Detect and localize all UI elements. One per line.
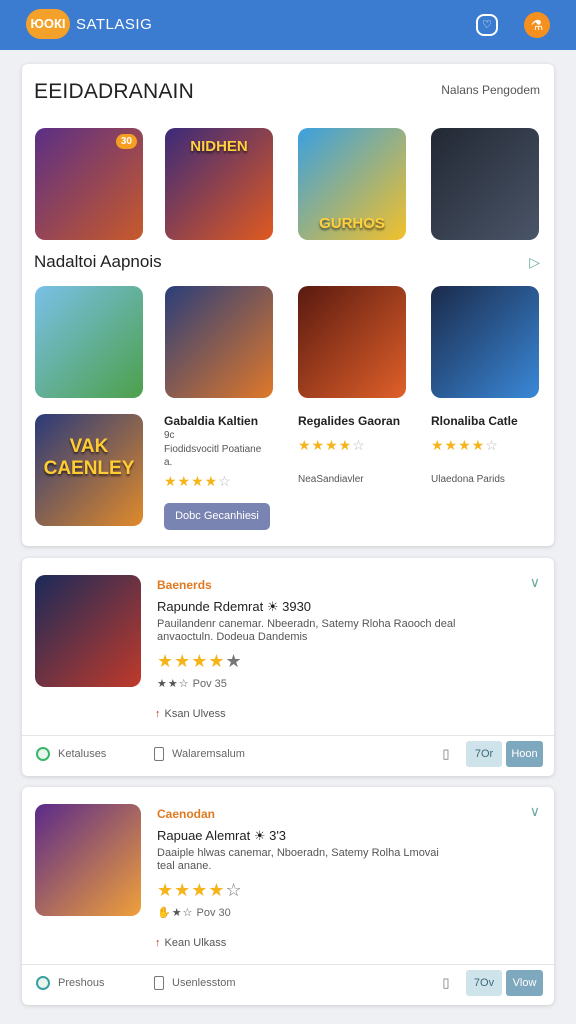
rating-stars: ★★★★☆ — [157, 880, 243, 900]
image-icon[interactable]: ▯ — [436, 741, 456, 767]
secondary-button[interactable]: 7Ov — [466, 970, 502, 996]
tile-label: GURHOS — [319, 215, 385, 232]
bookmark-icon — [154, 976, 164, 990]
game-description: Daaiple hlwas canemar, Nboeradn, Satemy … — [157, 847, 439, 872]
primary-button[interactable]: Hoon — [506, 741, 543, 767]
top-bar: ЮОКІ SATLASIG ♡ ⚗ — [0, 0, 576, 50]
bookmark-item[interactable]: Usenlesstom — [154, 976, 236, 990]
comments-item[interactable]: Preshous — [36, 976, 104, 990]
game-name[interactable]: Regalides Gaoran — [298, 414, 400, 428]
small-stars-icon: ✋★☆ — [157, 907, 194, 919]
small-rating-text: Pov 30 — [196, 907, 231, 919]
tile-label: VAK CAENLEY — [43, 436, 135, 479]
game-list-card: Caenodan Rapuae Alemrat ☀ 3'3 Daaiple hl… — [22, 787, 554, 1005]
game-category: Baenerds — [157, 578, 212, 592]
game-tile[interactable] — [35, 286, 143, 398]
game-title[interactable]: Rapuae Alemrat ☀ 3'3 — [157, 828, 286, 844]
play-arrow-icon[interactable]: ▷ — [529, 254, 540, 271]
small-rating: ✋★☆ Pov 30 — [157, 906, 231, 919]
game-thumbnail[interactable] — [35, 575, 141, 687]
featured-games-card: EEIDADRANAIN Nalans Pengodem 30 NIDHEN G… — [22, 64, 554, 546]
rating-stars: ★★★★☆ — [164, 473, 232, 489]
rating-stars: ★★★★★ — [157, 651, 243, 671]
game-tile[interactable] — [298, 286, 406, 398]
game-desc: Ulaedona Parids — [431, 474, 505, 485]
section-title: EEIDADRANAIN — [34, 80, 194, 103]
chat-icon — [36, 747, 50, 761]
game-desc: Fiodidsvocitl Poatiane — [164, 444, 262, 455]
bookmark-label: Walaremsalum — [172, 747, 245, 760]
action-button[interactable]: Dobc Gecanhiesi — [164, 503, 270, 530]
secondary-button[interactable]: 7Or — [466, 741, 502, 767]
game-tile[interactable] — [165, 286, 273, 398]
bell-icon[interactable]: ♡ — [476, 14, 498, 36]
tile-label: NIDHEN — [190, 138, 248, 155]
small-rating: ★★☆ Pov 35 — [157, 677, 227, 690]
game-list-card: Baenerds Rapunde Rdemrat ☀ 3930 Pauiland… — [22, 558, 554, 776]
sub-section-title: Nadaltoi Aapnois — [34, 252, 162, 271]
chevron-down-icon[interactable]: ∨ — [530, 803, 540, 820]
game-tile[interactable] — [431, 128, 539, 240]
game-name[interactable]: Rlonaliba Catle — [431, 414, 518, 428]
game-tile[interactable]: VAK CAENLEY — [35, 414, 143, 526]
bookmark-icon — [154, 747, 164, 761]
game-description: Pauilandenr canemar. Nbeeradn, Satemy Rl… — [157, 618, 456, 643]
rating-stars: ★★★★☆ — [298, 437, 366, 453]
small-stars-icon: ★★☆ — [157, 678, 190, 690]
game-name[interactable]: Gabaldia Kaltien — [164, 414, 258, 428]
status-text: Kean Ulkass — [164, 937, 227, 949]
divider — [22, 735, 554, 736]
comments-item[interactable]: Ketaluses — [36, 747, 106, 761]
user-icon[interactable]: ⚗ — [524, 12, 550, 38]
tile-badge: 30 — [115, 134, 137, 149]
game-tile[interactable]: NIDHEN — [165, 128, 273, 240]
primary-button[interactable]: Vlow — [506, 970, 543, 996]
divider — [22, 964, 554, 965]
small-rating-text: Pov 35 — [192, 678, 227, 690]
game-category: Caenodan — [157, 807, 216, 821]
comments-label: Preshous — [58, 976, 105, 989]
rating-stars: ★★★★☆ — [431, 437, 499, 453]
pin-icon: ↑ — [155, 708, 161, 720]
game-status: ↑ Kean Ulkass — [155, 937, 226, 949]
bookmark-item[interactable]: Walaremsalum — [154, 747, 245, 761]
see-all-link[interactable]: Nalans Pengodem — [441, 83, 540, 97]
game-tile[interactable]: 30 — [35, 128, 143, 240]
pin-icon: ↑ — [155, 937, 161, 949]
game-status: ↑ Ksan Ulvess — [155, 708, 226, 720]
game-desc-extra: a. — [164, 457, 173, 468]
game-desc: NeaSandiavler — [298, 474, 364, 485]
chat-icon — [36, 976, 50, 990]
game-tile[interactable] — [431, 286, 539, 398]
game-sub: 9c — [164, 430, 175, 441]
game-thumbnail[interactable] — [35, 804, 141, 916]
app-logo[interactable]: ЮОКІ — [26, 9, 70, 39]
game-tile[interactable]: GURHOS — [298, 128, 406, 240]
app-name: SATLASIG — [76, 16, 153, 33]
bookmark-label: Usenlesstom — [172, 976, 236, 989]
chevron-down-icon[interactable]: ∨ — [530, 574, 540, 591]
game-title[interactable]: Rapunde Rdemrat ☀ 3930 — [157, 599, 311, 615]
comments-label: Ketaluses — [58, 747, 107, 760]
image-icon[interactable]: ▯ — [436, 970, 456, 996]
status-text: Ksan Ulvess — [164, 708, 226, 720]
